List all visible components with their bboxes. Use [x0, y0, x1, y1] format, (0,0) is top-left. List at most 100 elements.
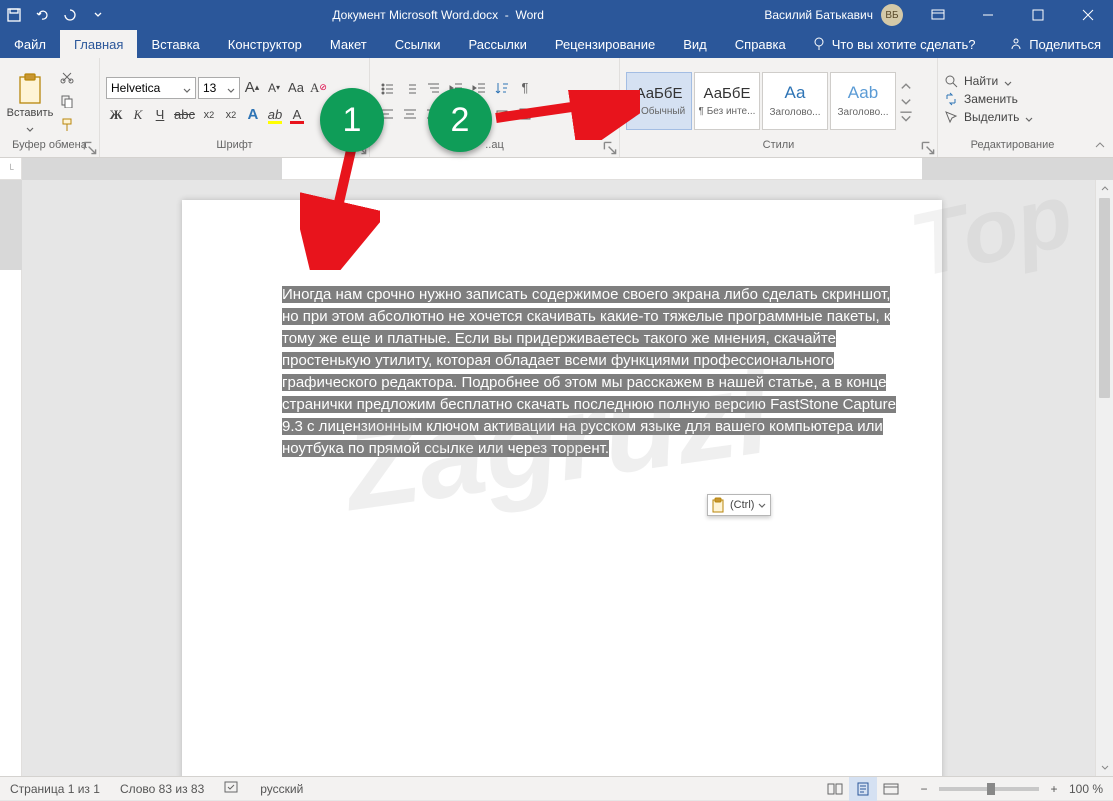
- tab-home[interactable]: Главная: [60, 30, 137, 58]
- cut-icon[interactable]: [56, 67, 78, 87]
- tab-design[interactable]: Конструктор: [214, 30, 316, 58]
- shrink-font-icon[interactable]: A▾: [264, 78, 284, 98]
- title-bar: Документ Microsoft Word.docx - Word Васи…: [0, 0, 1113, 30]
- replace-button[interactable]: Заменить: [944, 92, 1033, 106]
- tab-insert[interactable]: Вставка: [137, 30, 213, 58]
- font-name-dropdown[interactable]: Helvetica: [106, 77, 196, 99]
- annotation-marker-1: 1: [320, 88, 384, 152]
- tell-me-search[interactable]: Что вы хотите сделать?: [800, 30, 988, 58]
- scroll-down-icon[interactable]: [1096, 758, 1113, 776]
- group-label-styles: Стили: [620, 139, 937, 157]
- styles-gallery-controls: [898, 80, 914, 122]
- style-heading1[interactable]: Аа Заголово...: [762, 72, 828, 130]
- zoom-out-button[interactable]: −: [915, 782, 933, 796]
- font-size-dropdown[interactable]: 13: [198, 77, 240, 99]
- bold-button[interactable]: Ж: [106, 105, 126, 125]
- selected-text[interactable]: Иногда нам срочно нужно записать содержи…: [282, 284, 910, 460]
- strike-button[interactable]: abc: [172, 105, 197, 125]
- copy-icon[interactable]: [56, 91, 78, 111]
- save-icon[interactable]: [0, 0, 28, 30]
- zoom-level[interactable]: 100 %: [1069, 782, 1103, 796]
- zoom-slider[interactable]: [939, 787, 1039, 791]
- maximize-icon[interactable]: [1015, 0, 1061, 30]
- qat-customize-icon[interactable]: [84, 0, 112, 30]
- italic-button[interactable]: К: [128, 105, 148, 125]
- annotation-marker-2: 2: [428, 88, 492, 152]
- user-name[interactable]: Василий Батькавич: [764, 8, 873, 22]
- ruler-corner[interactable]: └: [0, 158, 22, 179]
- user-avatar[interactable]: ВБ: [881, 4, 903, 26]
- vertical-ruler[interactable]: [0, 180, 22, 776]
- paste-button[interactable]: Вставить: [6, 73, 54, 129]
- zoom-in-button[interactable]: +: [1045, 782, 1063, 796]
- document-name: Документ Microsoft Word.docx: [332, 8, 498, 22]
- tab-references[interactable]: Ссылки: [381, 30, 455, 58]
- clear-format-icon[interactable]: A⊘: [308, 78, 329, 98]
- select-button[interactable]: Выделить: [944, 110, 1033, 124]
- read-mode-icon[interactable]: [821, 777, 849, 801]
- underline-button[interactable]: Ч: [150, 105, 170, 125]
- close-icon[interactable]: [1065, 0, 1111, 30]
- numbering-icon[interactable]: [399, 78, 421, 98]
- group-clipboard: Вставить Буфер обмена: [0, 58, 100, 157]
- web-layout-icon[interactable]: [877, 777, 905, 801]
- paste-options-popup[interactable]: (Ctrl): [707, 494, 771, 516]
- highlight-icon[interactable]: ab: [265, 105, 285, 125]
- find-button[interactable]: Найти: [944, 74, 1033, 88]
- vertical-scrollbar[interactable]: [1095, 180, 1113, 776]
- tab-help[interactable]: Справка: [721, 30, 800, 58]
- grow-font-icon[interactable]: A▴: [242, 78, 262, 98]
- share-button[interactable]: Поделиться: [997, 30, 1113, 58]
- ribbon-tabs: Файл Главная Вставка Конструктор Макет С…: [0, 30, 1113, 58]
- clipboard-icon: [710, 497, 726, 513]
- style-no-spacing[interactable]: АаБбЕ ¶ Без инте...: [694, 72, 760, 130]
- tab-file[interactable]: Файл: [0, 30, 60, 58]
- clipboard-launcher-icon[interactable]: [83, 141, 97, 155]
- view-buttons: [821, 777, 905, 801]
- app-name: Word: [515, 8, 543, 22]
- styles-launcher-icon[interactable]: [921, 141, 935, 155]
- tab-review[interactable]: Рецензирование: [541, 30, 669, 58]
- status-language[interactable]: русский: [250, 782, 313, 796]
- redo-icon[interactable]: [56, 0, 84, 30]
- text-effect-icon[interactable]: A: [243, 105, 263, 125]
- group-label-paragraph: ..ац: [370, 139, 619, 157]
- status-words[interactable]: Слово 83 из 83: [110, 782, 214, 796]
- chevron-down-icon: [758, 501, 766, 509]
- group-styles: АаБбЕ ¶ Обычный АаБбЕ ¶ Без инте... Аа З…: [620, 58, 938, 157]
- document-area: Иногда нам срочно нужно записать содержи…: [22, 180, 1095, 776]
- tab-view[interactable]: Вид: [669, 30, 721, 58]
- scroll-thumb[interactable]: [1099, 198, 1110, 398]
- font-color-icon[interactable]: A: [287, 105, 307, 125]
- window-title: Документ Microsoft Word.docx - Word: [112, 8, 764, 22]
- change-case-icon[interactable]: Aa: [286, 78, 306, 98]
- minimize-icon[interactable]: [965, 0, 1011, 30]
- format-painter-icon[interactable]: [56, 115, 78, 135]
- superscript-button[interactable]: x2: [221, 105, 241, 125]
- align-center-icon[interactable]: [399, 104, 421, 124]
- styles-scroll-down-icon[interactable]: [899, 94, 913, 108]
- ribbon-display-icon[interactable]: [915, 0, 961, 30]
- tab-layout[interactable]: Макет: [316, 30, 381, 58]
- share-label: Поделиться: [1029, 37, 1101, 52]
- scroll-up-icon[interactable]: [1096, 180, 1113, 198]
- style-heading2[interactable]: Ааb Заголово...: [830, 72, 896, 130]
- para-launcher-icon[interactable]: [603, 141, 617, 155]
- zoom-thumb[interactable]: [987, 783, 995, 795]
- bullets-icon[interactable]: [376, 78, 398, 98]
- horizontal-ruler[interactable]: └: [0, 158, 1113, 180]
- subscript-button[interactable]: x2: [199, 105, 219, 125]
- undo-icon[interactable]: [28, 0, 56, 30]
- styles-scroll-up-icon[interactable]: [899, 80, 913, 94]
- status-page[interactable]: Страница 1 из 1: [0, 782, 110, 796]
- styles-expand-icon[interactable]: [899, 108, 913, 122]
- status-bar: Страница 1 из 1 Слово 83 из 83 русский −…: [0, 776, 1113, 800]
- print-layout-icon[interactable]: [849, 777, 877, 801]
- tab-mailings[interactable]: Рассылки: [454, 30, 540, 58]
- group-label-editing: Редактирование: [938, 139, 1087, 157]
- collapse-ribbon-icon[interactable]: [1087, 58, 1113, 157]
- spellcheck-icon[interactable]: [214, 780, 250, 797]
- zoom-controls: − + 100 %: [905, 782, 1113, 796]
- page[interactable]: Иногда нам срочно нужно записать содержи…: [182, 200, 942, 776]
- quick-access-toolbar: [0, 0, 112, 30]
